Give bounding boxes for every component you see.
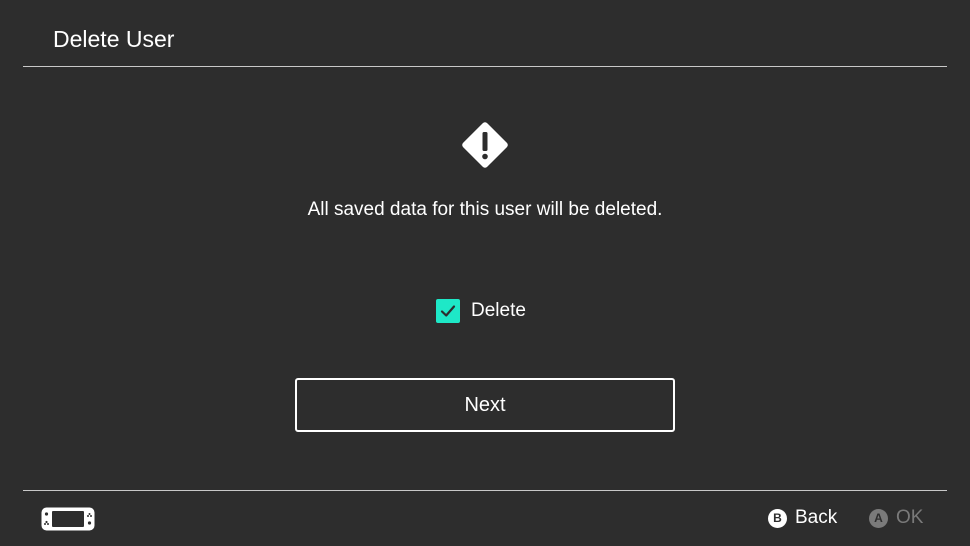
header-divider <box>23 66 947 67</box>
back-label: Back <box>795 507 838 528</box>
next-button[interactable]: Next <box>295 378 675 432</box>
delete-checkbox[interactable]: Delete <box>436 299 526 323</box>
footer-divider <box>23 490 947 491</box>
a-button-icon: A <box>869 508 888 528</box>
warning-diamond-icon <box>462 122 508 168</box>
ok-label: OK <box>896 507 924 528</box>
ok-button[interactable]: A OK <box>869 505 923 531</box>
b-button-icon: B <box>768 508 787 528</box>
page-title: Delete User <box>53 26 175 52</box>
checkmark-icon <box>440 305 456 317</box>
handheld-console-icon <box>41 507 95 531</box>
back-button[interactable]: B Back <box>768 505 837 531</box>
checkbox-label: Delete <box>471 300 526 321</box>
checkbox-checked-icon[interactable] <box>436 299 460 323</box>
warning-message: All saved data for this user will be del… <box>307 199 663 220</box>
